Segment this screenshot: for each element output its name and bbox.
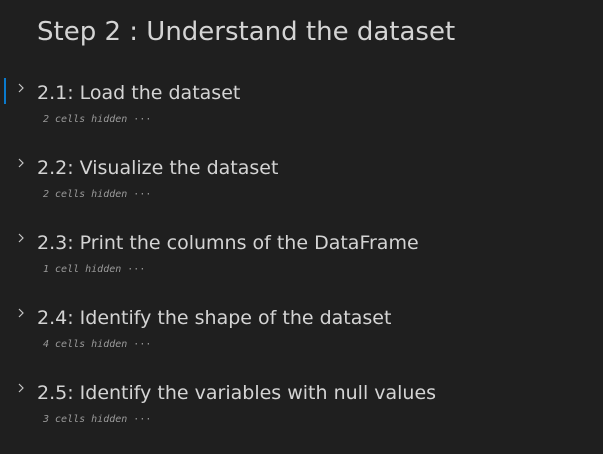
hidden-cells-indicator[interactable]: 2 cells hidden ··· xyxy=(43,113,151,127)
collapsed-section-2-3[interactable]: 2.3: Print the columns of the DataFrame … xyxy=(0,228,603,278)
hidden-cells-indicator[interactable]: 3 cells hidden ··· xyxy=(43,413,151,427)
hidden-cells-label: 2 cells hidden xyxy=(43,114,128,125)
chevron-right-icon[interactable] xyxy=(16,307,26,319)
hidden-cells-indicator[interactable]: 4 cells hidden ··· xyxy=(43,338,151,352)
hidden-cells-label: 1 cell hidden xyxy=(43,264,122,275)
chevron-right-icon[interactable] xyxy=(16,232,26,244)
section-title[interactable]: 2.5: Identify the variables with null va… xyxy=(37,380,436,406)
ellipsis-icon[interactable]: ··· xyxy=(133,114,151,125)
markdown-heading: Step 2 : Understand the dataset xyxy=(37,17,456,47)
section-title[interactable]: 2.3: Print the columns of the DataFrame xyxy=(37,230,419,256)
section-title[interactable]: 2.1: Load the dataset xyxy=(37,80,240,106)
ellipsis-icon[interactable]: ··· xyxy=(133,189,151,200)
hidden-cells-label: 3 cells hidden xyxy=(43,414,128,425)
chevron-right-icon[interactable] xyxy=(16,82,26,94)
collapsed-section-2-5[interactable]: 2.5: Identify the variables with null va… xyxy=(0,378,603,428)
notebook-editor: Step 2 : Understand the dataset 2.1: Loa… xyxy=(0,0,603,454)
chevron-right-icon[interactable] xyxy=(16,157,26,169)
collapsed-section-2-2[interactable]: 2.2: Visualize the dataset 2 cells hidde… xyxy=(0,153,603,203)
section-title[interactable]: 2.2: Visualize the dataset xyxy=(37,155,278,181)
hidden-cells-label: 4 cells hidden xyxy=(43,339,128,350)
hidden-cells-indicator[interactable]: 2 cells hidden ··· xyxy=(43,188,151,202)
cell-focus-indicator xyxy=(4,78,6,104)
collapsed-section-2-1[interactable]: 2.1: Load the dataset 2 cells hidden ··· xyxy=(0,78,603,128)
hidden-cells-label: 2 cells hidden xyxy=(43,189,128,200)
section-title[interactable]: 2.4: Identify the shape of the dataset xyxy=(37,305,391,331)
ellipsis-icon[interactable]: ··· xyxy=(133,339,151,350)
chevron-right-icon[interactable] xyxy=(16,382,26,394)
hidden-cells-indicator[interactable]: 1 cell hidden ··· xyxy=(43,263,145,277)
ellipsis-icon[interactable]: ··· xyxy=(127,264,145,275)
collapsed-section-2-4[interactable]: 2.4: Identify the shape of the dataset 4… xyxy=(0,303,603,353)
ellipsis-icon[interactable]: ··· xyxy=(133,414,151,425)
